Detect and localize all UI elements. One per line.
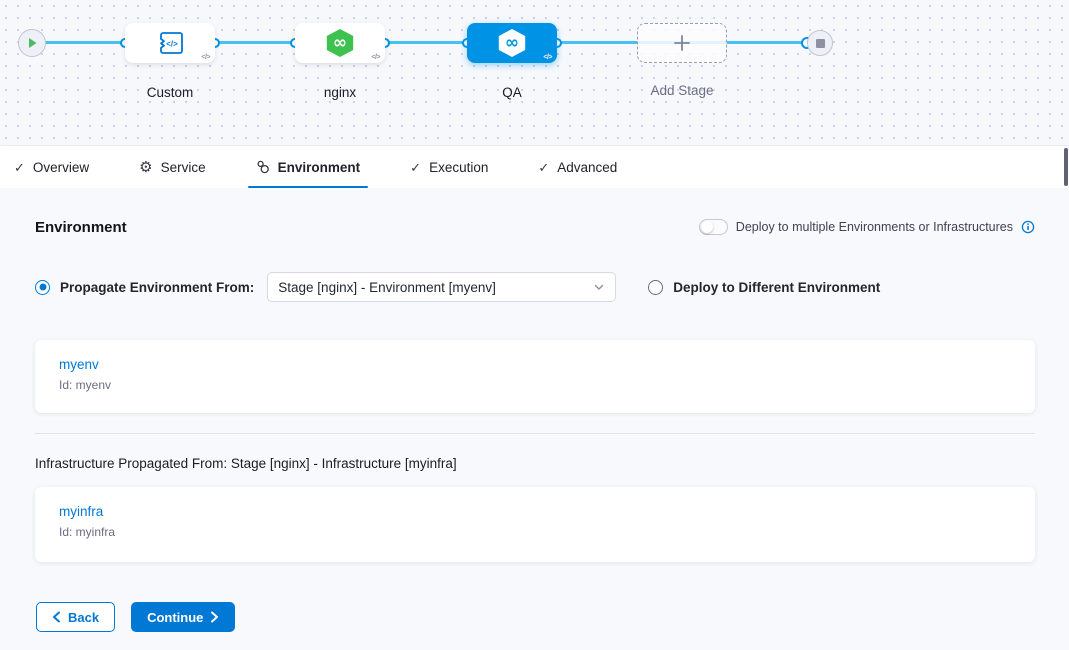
- multi-env-toggle-row: Deploy to multiple Environments or Infra…: [699, 219, 1035, 235]
- propagate-environment-label: Propagate Environment From:: [60, 280, 254, 295]
- stage-label-nginx[interactable]: nginx: [295, 85, 385, 100]
- harness-deploy-icon: ∞: [325, 29, 355, 57]
- chevron-down-icon: [593, 281, 605, 293]
- tab-label: Advanced: [557, 160, 617, 175]
- chevron-left-icon: [52, 611, 61, 623]
- tab-label: Overview: [33, 160, 89, 175]
- vertical-scrollbar[interactable]: [1064, 148, 1068, 186]
- different-environment-radio[interactable]: [648, 280, 663, 295]
- propagate-environment-radio[interactable]: [35, 280, 50, 295]
- stage-node-custom[interactable]: </> </>: [125, 23, 215, 63]
- multi-env-toggle-label: Deploy to multiple Environments or Infra…: [736, 220, 1013, 234]
- code-glyph: </>: [166, 40, 178, 49]
- tab-service[interactable]: ⚙ Service: [139, 146, 205, 188]
- toggle-knob: [701, 221, 713, 233]
- tab-label: Environment: [278, 160, 361, 175]
- infrastructure-propagated-note: Infrastructure Propagated From: Stage [n…: [35, 456, 457, 471]
- continue-button[interactable]: Continue: [131, 602, 235, 632]
- stage-node-qa[interactable]: ∞ </>: [467, 23, 557, 63]
- stop-icon: [816, 39, 825, 48]
- selected-environment-value: Stage [nginx] - Environment [myenv]: [278, 280, 496, 295]
- section-title: Environment: [35, 219, 127, 236]
- plus-icon: [673, 34, 691, 52]
- tab-label: Execution: [429, 160, 488, 175]
- stage-tabs: ✓ Overview ⚙ Service Environment ✓ Execu…: [0, 146, 1069, 188]
- environment-name-link[interactable]: myenv: [59, 357, 1011, 372]
- stage-label-custom[interactable]: Custom: [125, 85, 215, 100]
- play-icon: [27, 37, 38, 49]
- environment-source-options: Propagate Environment From: Stage [nginx…: [35, 272, 880, 302]
- check-icon: ✓: [410, 161, 421, 174]
- section-divider: [35, 433, 1035, 434]
- check-icon: ✓: [14, 161, 25, 174]
- infrastructure-card[interactable]: myinfra Id: myinfra: [35, 487, 1035, 562]
- custom-stage-icon: </>: [154, 30, 186, 56]
- infinity-glyph: ∞: [333, 35, 347, 52]
- propagate-environment-select[interactable]: Stage [nginx] - Environment [myenv]: [267, 272, 616, 302]
- infrastructure-name-link[interactable]: myinfra: [59, 504, 1011, 519]
- code-icon: </>: [543, 54, 552, 61]
- check-icon: ✓: [538, 161, 549, 174]
- infrastructure-id: Id: myinfra: [59, 525, 1011, 539]
- environment-id: Id: myenv: [59, 378, 1011, 392]
- pipeline-canvas[interactable]: </> </> ∞ </> ∞ </> Custom: [0, 0, 1069, 146]
- stage-node-nginx[interactable]: ∞ </>: [295, 23, 385, 63]
- chevron-right-icon: [210, 611, 219, 623]
- code-icon: </>: [201, 54, 210, 61]
- add-stage-label[interactable]: Add Stage: [637, 83, 727, 98]
- back-button-label: Back: [68, 610, 99, 625]
- continue-button-label: Continue: [147, 610, 203, 625]
- tab-overview[interactable]: ✓ Overview: [14, 146, 89, 188]
- pipeline-start-node[interactable]: [18, 29, 46, 57]
- different-environment-label: Deploy to Different Environment: [673, 280, 880, 295]
- environment-icon: [256, 160, 270, 174]
- tab-environment[interactable]: Environment: [256, 146, 361, 188]
- info-icon[interactable]: [1021, 220, 1035, 234]
- code-icon: </>: [371, 54, 380, 61]
- footer-buttons: Back Continue: [36, 602, 235, 632]
- infinity-glyph: ∞: [505, 35, 519, 52]
- multi-env-toggle[interactable]: [699, 219, 728, 235]
- harness-deploy-icon: ∞: [497, 29, 527, 57]
- environment-card[interactable]: myenv Id: myenv: [35, 340, 1035, 413]
- tab-advanced[interactable]: ✓ Advanced: [538, 146, 617, 188]
- tab-label: Service: [161, 160, 206, 175]
- tab-execution[interactable]: ✓ Execution: [410, 146, 488, 188]
- gear-icon: ⚙: [139, 160, 152, 175]
- stage-configuration-page: </> </> ∞ </> ∞ </> Custom: [0, 0, 1069, 650]
- back-button[interactable]: Back: [36, 602, 115, 632]
- environment-tab-panel: Environment Deploy to multiple Environme…: [0, 188, 1069, 650]
- stage-label-qa[interactable]: QA: [467, 85, 557, 100]
- pipeline-end-node[interactable]: [807, 30, 833, 56]
- add-stage-button[interactable]: [637, 23, 727, 63]
